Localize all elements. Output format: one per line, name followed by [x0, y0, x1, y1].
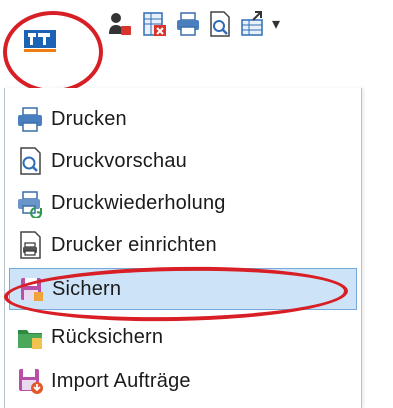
customize-dropdown-icon[interactable]: ▾ — [272, 14, 280, 34]
menu-item-label: Drucker einrichten — [51, 233, 217, 256]
restore-icon — [18, 330, 42, 349]
menu-item-ruecksichern[interactable]: Rücksichern — [9, 316, 357, 358]
app-logo-icon — [24, 30, 56, 52]
menu-item-drucken[interactable]: Drucken — [9, 98, 357, 140]
import-orders-icon — [19, 369, 43, 394]
menu-item-druckwiederholung[interactable]: Druckwiederholung — [9, 182, 357, 224]
menu-item-drucker-einrichten[interactable]: Drucker einrichten — [9, 224, 357, 266]
quick-access-toolbar: ▾ — [0, 0, 393, 93]
excel-export-icon[interactable] — [140, 10, 168, 38]
menu-item-import-auftraege[interactable]: Import Aufträge — [9, 360, 357, 402]
reprint-icon — [18, 191, 43, 218]
menu-item-label: Druckvorschau — [51, 149, 187, 172]
printer-icon — [18, 107, 42, 132]
menu-item-label: Druckwiederholung — [51, 191, 226, 214]
menu-item-sichern[interactable]: Sichern — [9, 268, 357, 310]
printer-icon[interactable] — [174, 10, 202, 38]
user-permission-icon[interactable] — [106, 10, 134, 38]
menu-item-druckvorschau[interactable]: Druckvorschau — [9, 140, 357, 182]
menu-item-label: Drucken — [51, 107, 127, 130]
menu-item-label: Rücksichern — [51, 325, 164, 348]
print-preview-icon[interactable] — [206, 10, 234, 38]
app-menu-button[interactable] — [16, 18, 64, 60]
printer-setup-icon — [20, 231, 41, 259]
print-preview-icon — [20, 147, 41, 175]
menu-item-label: Import Aufträge — [51, 369, 191, 392]
backup-icon — [21, 278, 43, 301]
application-menu: Drucken Druckvorschau Druckwiederholung … — [4, 88, 362, 408]
menu-item-label: Sichern — [52, 277, 122, 300]
import-icon[interactable] — [239, 10, 267, 38]
